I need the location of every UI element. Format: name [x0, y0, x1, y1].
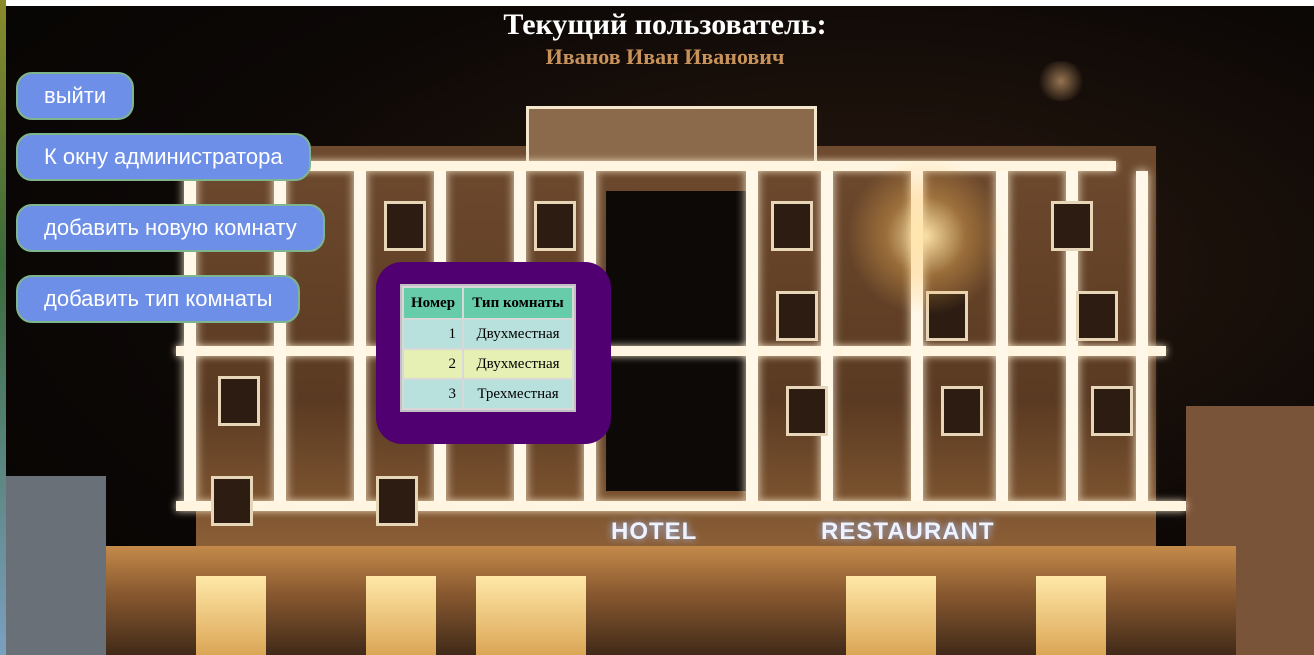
- current-user-name: Иванов Иван Иванович: [545, 44, 785, 69]
- building-center-recess: [606, 191, 746, 491]
- logout-button[interactable]: выйти: [16, 72, 135, 120]
- cornice-lower: [176, 501, 1186, 511]
- shop-window: [366, 576, 436, 655]
- window: [776, 291, 818, 341]
- room-number-cell: 2: [404, 350, 462, 378]
- table-header-row: Номер Тип комнаты: [404, 288, 572, 318]
- shop-window: [476, 576, 586, 655]
- left-house: [6, 476, 106, 655]
- room-type-cell: Двухместная: [464, 350, 572, 378]
- window: [384, 201, 426, 251]
- street-lamp-glow: [846, 156, 1006, 316]
- room-type-cell: Двухместная: [464, 320, 572, 348]
- column: [821, 171, 833, 501]
- window: [1091, 386, 1133, 436]
- window: [786, 386, 828, 436]
- restaurant-sign: RESTAURANT: [821, 518, 995, 545]
- window: [211, 476, 253, 526]
- hotel-sign: HOTEL: [611, 518, 698, 545]
- add-room-button[interactable]: добавить новую комнату: [16, 204, 325, 252]
- rooms-table-panel: Номер Тип комнаты 1 Двухместная 2 Двухме…: [376, 262, 611, 444]
- room-type-cell: Трехместная: [464, 380, 572, 408]
- window: [534, 201, 576, 251]
- column: [746, 171, 758, 501]
- room-number-cell: 3: [404, 380, 462, 408]
- rooms-table: Номер Тип комнаты 1 Двухместная 2 Двухме…: [400, 284, 576, 412]
- window: [771, 201, 813, 251]
- window: [941, 386, 983, 436]
- room-number-cell: 1: [404, 320, 462, 348]
- window: [218, 376, 260, 426]
- shop-window: [196, 576, 266, 655]
- window: [1051, 201, 1093, 251]
- background-hotel-photo: HOTEL RESTAURANT: [6, 6, 1314, 655]
- cornice-top: [176, 161, 1116, 171]
- admin-window-button[interactable]: К окну администратора: [16, 133, 311, 181]
- window: [1076, 291, 1118, 341]
- column: [1136, 171, 1148, 501]
- shop-window: [846, 576, 936, 655]
- table-row[interactable]: 3 Трехместная: [404, 380, 572, 408]
- current-user-title: Текущий пользователь:: [503, 8, 827, 41]
- add-room-type-button[interactable]: добавить тип комнаты: [16, 275, 301, 323]
- hotel-building-top: [526, 106, 817, 164]
- column: [354, 171, 366, 501]
- shop-window: [1036, 576, 1106, 655]
- column-header-room-type: Тип комнаты: [464, 288, 572, 318]
- table-row[interactable]: 2 Двухместная: [404, 350, 572, 378]
- cornice-middle: [176, 346, 1166, 356]
- window: [376, 476, 418, 526]
- column-header-number: Номер: [404, 288, 462, 318]
- table-row[interactable]: 1 Двухместная: [404, 320, 572, 348]
